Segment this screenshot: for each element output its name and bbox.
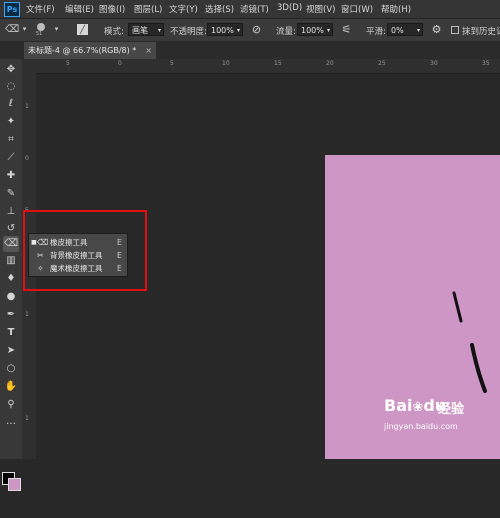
ruler-label: 10 xyxy=(222,60,230,67)
smoothing-value: 0% xyxy=(391,26,404,35)
menu-edit[interactable]: 编辑(E) xyxy=(65,3,94,15)
eraser-preset-icon[interactable]: ⌫ xyxy=(5,23,19,36)
baidu-watermark-logo: Bai❀du xyxy=(384,396,446,415)
menu-3d[interactable]: 3D(D) xyxy=(277,3,302,13)
menu-file[interactable]: 文件(F) xyxy=(26,3,55,15)
mode-label: 模式: xyxy=(104,27,124,37)
brush-tip-icon xyxy=(37,23,45,31)
paw-icon: ❀ xyxy=(412,400,424,415)
watermark-url: jingyan.baidu.com xyxy=(384,422,458,431)
document-tab-title: 未标题-4 @ 66.7%(RGB/8) * xyxy=(28,46,137,55)
opacity-label: 不透明度: xyxy=(170,27,207,37)
ruler-label: 5 xyxy=(170,60,174,67)
hand-tool-icon[interactable]: ✋ xyxy=(3,379,19,395)
dodge-tool-icon[interactable]: ● xyxy=(3,289,19,305)
menu-window[interactable]: 窗口(W) xyxy=(341,3,373,15)
brush-size-value: 51 xyxy=(36,31,43,37)
flow-label: 流量: xyxy=(276,27,296,37)
ruler-label: 25 xyxy=(378,60,386,67)
pen-tool-icon[interactable]: ✒ xyxy=(3,307,19,323)
menu-view[interactable]: 视图(V) xyxy=(306,3,335,15)
path-selection-tool-icon[interactable]: ➤ xyxy=(3,343,19,359)
menu-help[interactable]: 帮助(H) xyxy=(381,3,411,15)
gear-icon[interactable]: ⚙ xyxy=(430,23,443,36)
gradient-tool-icon[interactable]: ▥ xyxy=(3,253,19,269)
watermark-jingyan: 经验 xyxy=(438,402,465,417)
brush-dropdown-icon[interactable]: ▾ xyxy=(50,23,63,36)
type-tool-icon[interactable]: T xyxy=(3,325,19,341)
lasso-tool-icon[interactable]: ℓ xyxy=(3,96,19,112)
menu-select[interactable]: 选择(S) xyxy=(205,3,234,15)
highlight-annotation-box xyxy=(23,210,147,291)
erase-to-history-checkbox[interactable] xyxy=(451,26,459,34)
flow-value: 100% xyxy=(301,26,324,35)
document-tab-bar: 未标题-4 @ 66.7%(RGB/8) * × xyxy=(0,42,500,59)
background-color-swatch[interactable] xyxy=(8,478,21,491)
menu-bar: Ps 文件(F) 编辑(E) 图像(I) 图层(L) 文字(Y) 选择(S) 滤… xyxy=(0,0,500,19)
horizontal-ruler: 5 0 5 10 15 20 25 30 35 xyxy=(22,59,500,74)
close-icon[interactable]: × xyxy=(145,42,152,59)
mode-value: 画笔 xyxy=(132,26,148,35)
eraser-tool-icon[interactable]: ⌫ xyxy=(3,236,19,252)
brush-preset-picker[interactable]: 51 xyxy=(34,23,48,37)
options-bar: ⌫ ▾ 51 ▾ ╱ 模式: 画笔 ▾ 不透明度: 100% ▾ ⊘ 流量: 1… xyxy=(0,19,500,42)
brush-tool-icon[interactable]: ✎ xyxy=(3,186,19,202)
ruler-label: 35 xyxy=(482,60,490,67)
ruler-label: 5 xyxy=(66,60,70,67)
eyedropper-tool-icon[interactable]: ⟋ xyxy=(3,150,19,166)
erase-to-history-label: 抹到历史记 xyxy=(462,27,500,37)
opacity-value: 100% xyxy=(211,26,234,35)
photoshop-logo: Ps xyxy=(4,2,20,17)
ruler-label: 0 xyxy=(25,155,29,162)
chevron-down-icon: ▾ xyxy=(416,27,420,34)
brush-stroke xyxy=(470,343,487,393)
crop-tool-icon[interactable]: ⌗ xyxy=(3,132,19,148)
color-swatches xyxy=(0,464,22,518)
blur-tool-icon[interactable]: ♦ xyxy=(3,271,19,287)
menu-filter[interactable]: 滤镜(T) xyxy=(240,3,269,15)
pressure-opacity-icon[interactable]: ⊘ xyxy=(250,23,263,36)
more-tools-icon[interactable]: … xyxy=(3,414,19,430)
brush-stroke xyxy=(452,291,463,323)
smoothing-label: 平滑: xyxy=(366,27,386,37)
history-brush-tool-icon[interactable]: ↺ xyxy=(3,221,19,237)
ellipse-tool-icon[interactable]: ○ xyxy=(3,361,19,377)
magic-wand-tool-icon[interactable]: ✦ xyxy=(3,114,19,130)
flow-input[interactable]: 100% ▾ xyxy=(297,23,333,36)
ruler-label: 15 xyxy=(274,60,282,67)
ruler-label: 1 xyxy=(25,311,29,318)
tools-panel: ✥ ◌ ℓ ✦ ⌗ ⟋ ✚ ✎ ⊥ ↺ ⌫ ▥ ♦ ● ✒ T ➤ ○ ✋ ⚲ … xyxy=(0,59,23,491)
menu-type[interactable]: 文字(Y) xyxy=(169,3,198,15)
airbrush-icon[interactable]: ⚟ xyxy=(340,23,353,36)
ruler-label: 30 xyxy=(430,60,438,67)
brush-settings-icon[interactable]: ╱ xyxy=(77,24,88,35)
ruler-label: 1 xyxy=(25,103,29,110)
chevron-down-icon: ▾ xyxy=(326,27,330,34)
chevron-down-icon: ▾ xyxy=(157,27,161,34)
ruler-label: 0 xyxy=(118,60,122,67)
preset-dropdown-icon[interactable]: ▾ xyxy=(18,23,31,36)
move-tool-icon[interactable]: ✥ xyxy=(3,62,19,78)
smoothing-input[interactable]: 0% ▾ xyxy=(387,23,423,36)
healing-brush-tool-icon[interactable]: ✚ xyxy=(3,168,19,184)
menu-image[interactable]: 图像(I) xyxy=(99,3,125,15)
zoom-tool-icon[interactable]: ⚲ xyxy=(3,397,19,413)
opacity-input[interactable]: 100% ▾ xyxy=(207,23,243,36)
ruler-label: 20 xyxy=(326,60,334,67)
clone-stamp-tool-icon[interactable]: ⊥ xyxy=(3,204,19,220)
menu-layer[interactable]: 图层(L) xyxy=(134,3,162,15)
watermark-text: Bai xyxy=(384,396,413,415)
mode-select[interactable]: 画笔 ▾ xyxy=(128,23,164,36)
chevron-down-icon: ▾ xyxy=(236,27,240,34)
ruler-label: 1 xyxy=(25,415,29,422)
document-tab[interactable]: 未标题-4 @ 66.7%(RGB/8) * × xyxy=(24,42,156,59)
marquee-tool-icon[interactable]: ◌ xyxy=(3,79,19,95)
